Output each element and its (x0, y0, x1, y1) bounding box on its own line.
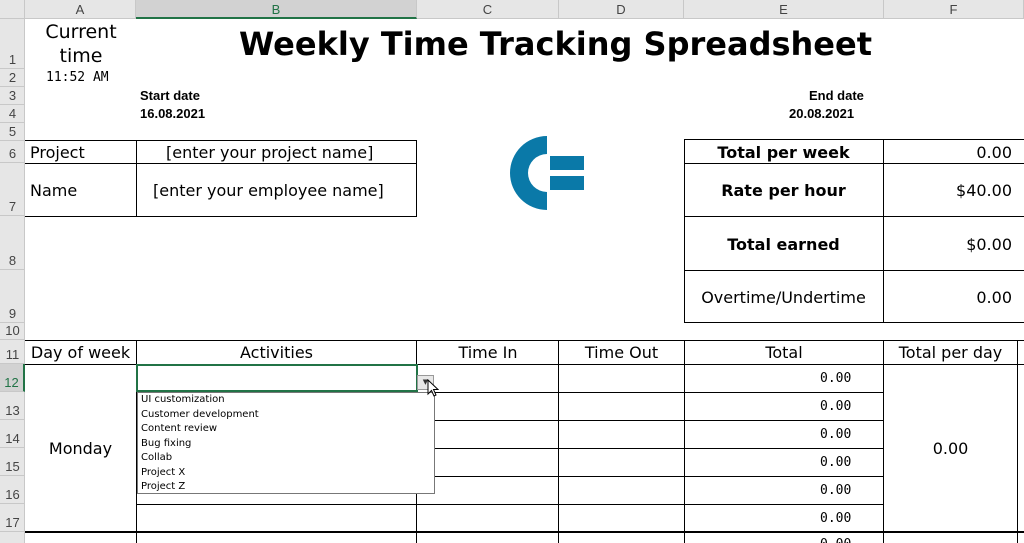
total-per-day-cell: 0.00 (932, 439, 969, 458)
employee-name-field[interactable]: [enter your employee name] (153, 181, 384, 200)
company-logo-icon (510, 136, 584, 210)
row-total-partial: 0.00 (820, 537, 851, 543)
name-label: Name (30, 181, 78, 200)
header-activities: Activities (240, 343, 313, 362)
divider (25, 216, 417, 217)
divider (25, 163, 417, 164)
start-date-value[interactable]: 16.08.2021 (140, 106, 205, 121)
divider (136, 140, 137, 217)
project-name-field[interactable]: [enter your project name] (166, 143, 373, 162)
day-of-week-cell[interactable]: Monday (25, 439, 136, 458)
row-header-9[interactable]: 9 (0, 270, 25, 323)
divider (684, 139, 1024, 140)
divider (137, 504, 883, 505)
divider (25, 340, 1024, 341)
end-date-label: End date (809, 88, 864, 103)
dropdown-option[interactable]: Bug fixing (138, 437, 434, 452)
divider (417, 392, 883, 393)
end-date-value[interactable]: 20.08.2021 (789, 106, 854, 121)
total-earned-value: $0.00 (966, 235, 1012, 254)
header-total-per-day: Total per day (898, 343, 1003, 362)
header-time-out: Time Out (584, 343, 659, 362)
header-time-in: Time In (458, 343, 518, 362)
divider (684, 163, 1024, 164)
row-header-1[interactable]: 1 (0, 19, 25, 69)
start-date-label: Start date (140, 88, 200, 103)
column-header-a[interactable]: A (25, 0, 136, 19)
divider (25, 140, 417, 141)
row-header-15[interactable]: 15 (0, 448, 25, 476)
divider (417, 448, 883, 449)
dropdown-option[interactable]: UI customization (138, 393, 434, 408)
current-time-label-line2: time (59, 45, 103, 67)
divider (684, 340, 685, 543)
column-header-e[interactable]: E (684, 0, 884, 19)
divider (684, 216, 1024, 217)
dropdown-option[interactable]: Content review (138, 422, 434, 437)
column-header-c[interactable]: C (417, 0, 559, 19)
activities-dropdown-list[interactable]: UI customization Customer development Co… (137, 392, 435, 494)
dropdown-option[interactable]: Project Z (138, 480, 434, 495)
row-header-13[interactable]: 13 (0, 392, 25, 420)
row-header-12[interactable]: 12 (0, 364, 25, 392)
column-header-f[interactable]: F (884, 0, 1024, 19)
divider (558, 340, 559, 543)
row-header-3[interactable]: 3 (0, 87, 25, 105)
spreadsheet-title: Weekly Time Tracking Spreadsheet (239, 25, 872, 63)
row-header-11[interactable]: 11 (0, 340, 25, 364)
total-per-week-value: 0.00 (976, 143, 1012, 162)
header-total: Total (765, 343, 803, 362)
divider (417, 420, 883, 421)
current-time-label-line1: Current (45, 21, 117, 43)
dropdown-option[interactable]: Collab (138, 451, 434, 466)
rate-per-hour-value[interactable]: $40.00 (884, 181, 1012, 200)
row-header-5[interactable]: 5 (0, 123, 25, 141)
row-header-16[interactable]: 16 (0, 476, 25, 504)
divider (417, 476, 883, 477)
row-header-8[interactable]: 8 (0, 216, 25, 270)
row-header-10[interactable]: 10 (0, 323, 25, 340)
rate-per-hour-label: Rate per hour (721, 181, 846, 200)
overtime-label: Overtime/Undertime (701, 288, 866, 307)
column-header-bar: A B C D E F (0, 0, 1024, 19)
row-total: 0.00 (820, 455, 852, 470)
mouse-cursor-icon (427, 379, 439, 397)
dropdown-option[interactable]: Customer development (138, 408, 434, 423)
project-label: Project (30, 143, 85, 162)
row-total: 0.00 (820, 427, 852, 442)
row-total: 0.00 (820, 511, 852, 526)
total-per-week-label: Total per week (717, 143, 850, 162)
column-header-d[interactable]: D (559, 0, 684, 19)
divider (416, 140, 417, 217)
divider (684, 270, 1024, 271)
row-header-bar: 1 2 3 4 5 6 7 8 9 10 11 12 13 14 15 16 1… (0, 19, 25, 543)
row-header-17[interactable]: 17 (0, 504, 25, 532)
current-time-value: 11:52 AM (46, 70, 109, 85)
row-total: 0.00 (820, 483, 852, 498)
row-total: 0.00 (820, 399, 852, 414)
selected-activity-cell[interactable] (136, 364, 418, 392)
row-header-14[interactable]: 14 (0, 420, 25, 448)
row-header-2[interactable]: 2 (0, 69, 25, 87)
divider (25, 531, 1024, 533)
row-header-6[interactable]: 6 (0, 141, 25, 163)
total-earned-label: Total earned (727, 235, 840, 254)
row-total: 0.00 (820, 371, 852, 386)
column-header-b[interactable]: B (136, 0, 417, 19)
overtime-value: 0.00 (976, 288, 1012, 307)
select-all-corner[interactable] (0, 0, 25, 19)
divider (1017, 340, 1018, 543)
row-header-7[interactable]: 7 (0, 163, 25, 216)
row-header-4[interactable]: 4 (0, 105, 25, 123)
divider (684, 322, 1024, 323)
header-day-of-week: Day of week (30, 343, 131, 362)
dropdown-option[interactable]: Project X (138, 466, 434, 481)
